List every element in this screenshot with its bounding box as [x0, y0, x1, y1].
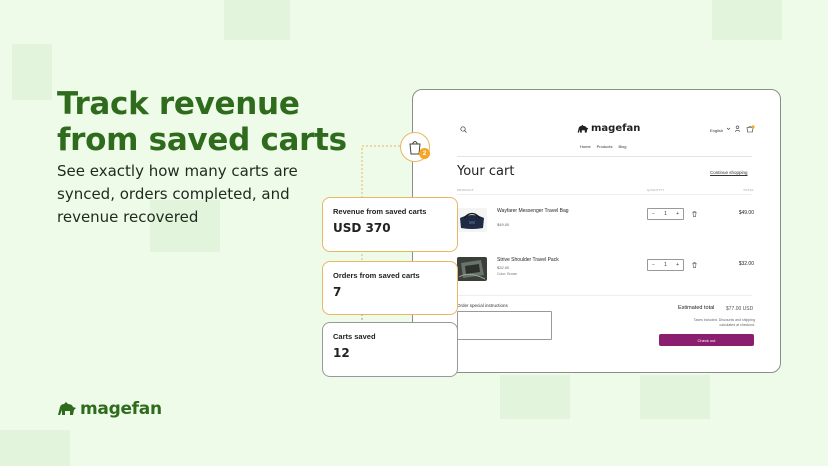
product-image-messenger-bag[interactable] — [457, 208, 487, 232]
nav-item-blog[interactable]: Blog — [618, 144, 626, 149]
stat-label: Carts saved — [333, 332, 376, 341]
estimated-total-label: Estimated total — [678, 305, 715, 311]
column-product: PRODUCT — [457, 188, 474, 192]
nav-item-home[interactable]: Home — [580, 144, 591, 149]
saved-cart-badge: 2 — [400, 132, 430, 162]
trash-icon[interactable] — [692, 211, 697, 217]
quantity-stepper[interactable]: − 1 + — [647, 259, 684, 271]
item-name[interactable]: Wayfarer Messenger Travel Bag — [497, 208, 582, 215]
item-name[interactable]: Strive Shoulder Travel Pack — [497, 257, 582, 264]
header-divider — [457, 156, 752, 157]
nav-item-products[interactable]: Products — [597, 144, 613, 149]
language-selector[interactable]: English — [710, 128, 723, 133]
column-quantity: QUANTITY — [647, 188, 665, 192]
stat-value: 7 — [333, 285, 342, 299]
instructions-textarea[interactable] — [457, 311, 552, 340]
stat-card-carts: Carts saved 12 — [322, 322, 458, 377]
magefan-logo-icon — [577, 124, 589, 133]
continue-shopping-link[interactable]: Continue shopping — [710, 170, 748, 175]
stat-label: Revenue from saved carts — [333, 207, 427, 216]
checkout-button[interactable]: Check out — [659, 334, 754, 346]
store-logo[interactable]: magefan — [577, 123, 640, 134]
instructions-label: Order special instructions — [457, 303, 508, 308]
trash-icon[interactable] — [692, 262, 697, 268]
quantity-stepper[interactable]: − 1 + — [647, 208, 684, 220]
search-icon[interactable] — [460, 126, 467, 133]
badge-count: 2 — [419, 148, 430, 159]
plus-icon[interactable]: + — [676, 211, 679, 217]
divider — [457, 194, 752, 195]
cart-item: Wayfarer Messenger Travel Bag $49.00 − 1… — [457, 208, 754, 248]
cart-icon[interactable] — [746, 125, 755, 133]
storefront-cart-window: magefan English Home Products Blog Your … — [412, 89, 781, 373]
item-variant: Color: Brown — [497, 272, 518, 276]
item-price: $49.00 — [497, 222, 510, 227]
minus-icon[interactable]: − — [652, 262, 655, 268]
account-icon[interactable] — [734, 125, 741, 132]
estimated-total-value: $77.00 USD — [726, 306, 754, 312]
plus-icon[interactable]: + — [676, 262, 679, 268]
quantity-value: 1 — [664, 211, 667, 217]
stat-value: USD 370 — [333, 221, 391, 235]
minus-icon[interactable]: − — [652, 211, 655, 217]
item-price: $32.00 — [497, 265, 510, 270]
item-total: $32.00 — [738, 261, 754, 267]
stat-card-revenue: Revenue from saved carts USD 370 — [322, 197, 458, 252]
divider — [457, 295, 752, 296]
stat-label: Orders from saved carts — [333, 271, 420, 280]
chevron-down-icon — [726, 127, 731, 130]
store-nav: Home Products Blog — [580, 144, 626, 149]
quantity-value: 1 — [664, 262, 667, 268]
cart-title: Your cart — [457, 164, 515, 179]
store-logo-text: magefan — [591, 123, 641, 134]
item-total: $49.00 — [738, 210, 754, 216]
column-total: TOTAL — [743, 188, 754, 192]
stat-value: 12 — [333, 346, 350, 360]
tax-note: Taxes included. Discounts and shipping c… — [693, 318, 755, 327]
stat-card-orders: Orders from saved carts 7 — [322, 261, 458, 315]
product-image-shoulder-pack[interactable] — [457, 257, 487, 281]
cart-item: Strive Shoulder Travel Pack $32.00 Color… — [457, 257, 754, 297]
